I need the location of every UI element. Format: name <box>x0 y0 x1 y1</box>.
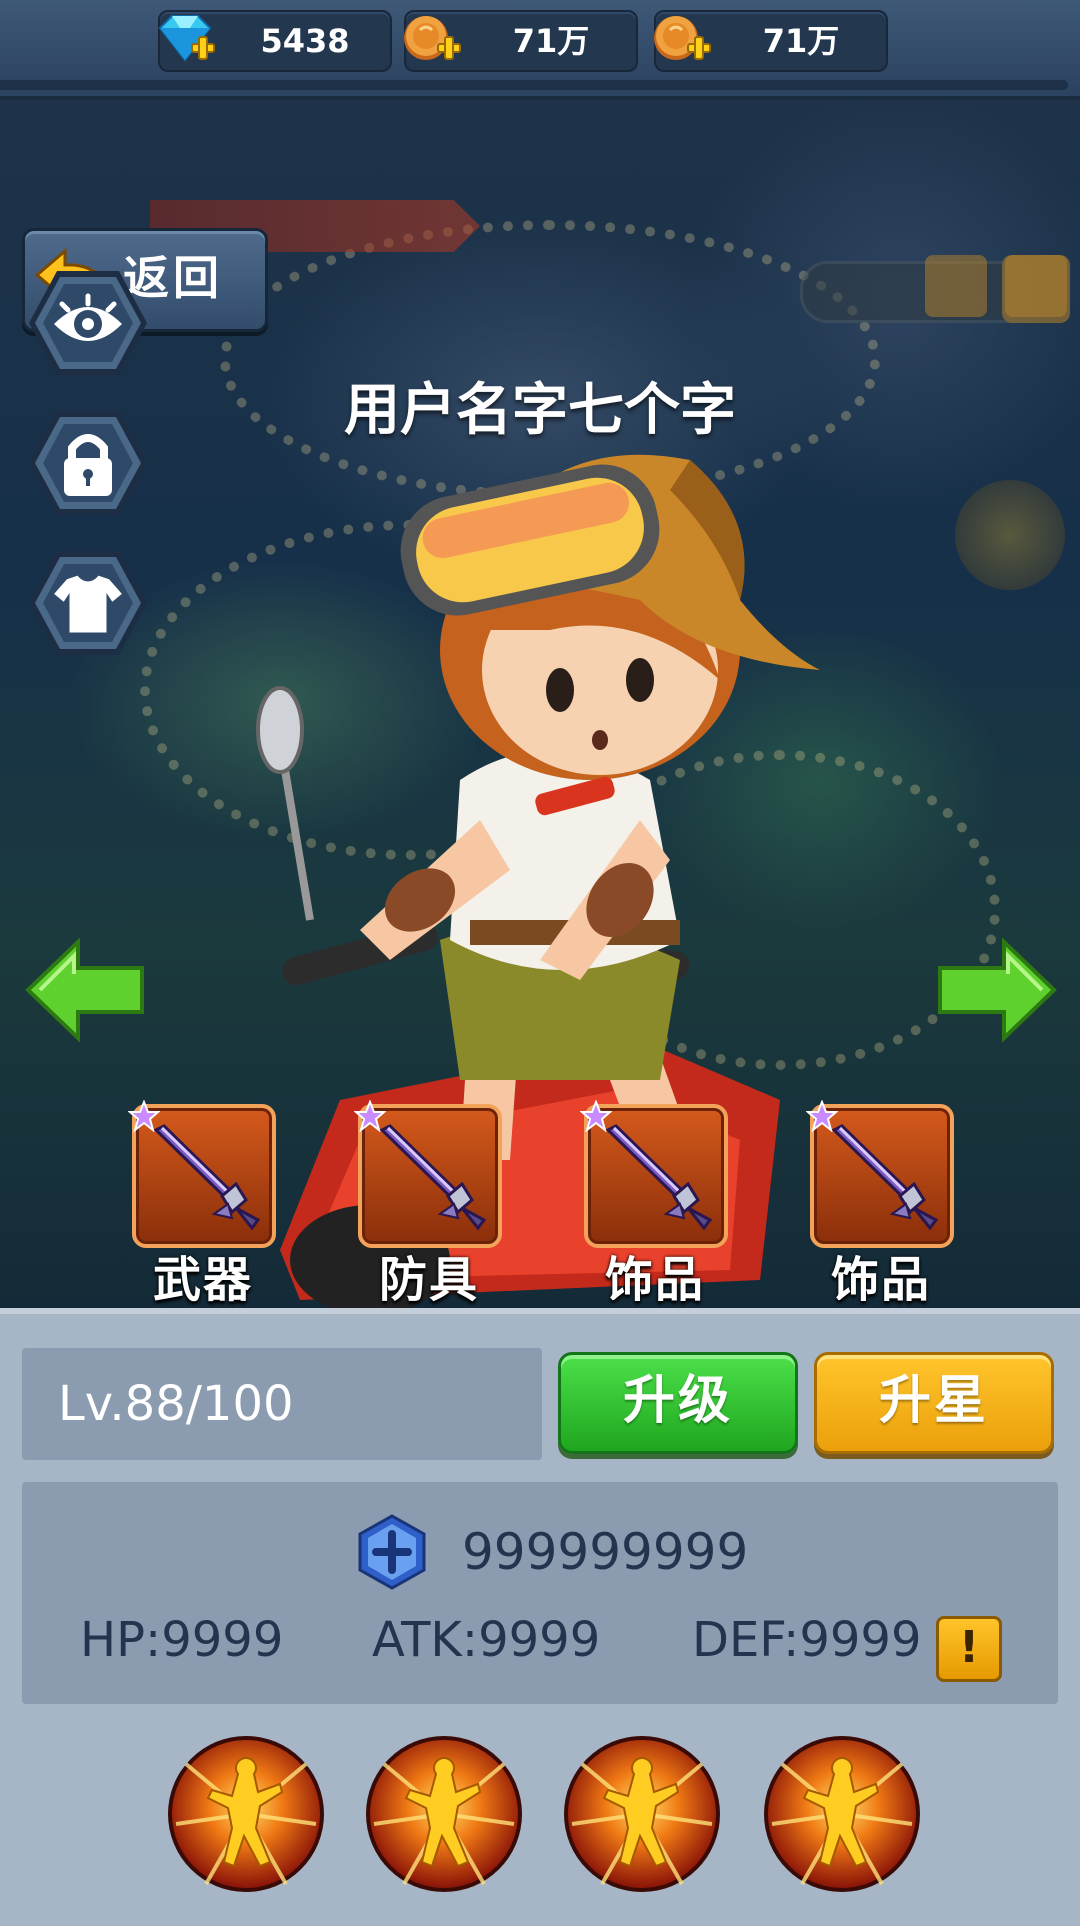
skill-burst-icon[interactable] <box>364 1734 524 1894</box>
lock-button[interactable] <box>26 408 150 518</box>
equip-label: 防具 <box>378 1252 479 1308</box>
character-name: 用户名字七个字 <box>344 378 736 443</box>
currency-coins-2[interactable]: 71万 <box>654 10 888 72</box>
background-badge <box>955 480 1065 590</box>
equip-slot-armor[interactable]: 防具 <box>354 1100 502 1308</box>
view-button[interactable] <box>26 268 150 378</box>
currency-diamonds[interactable]: 5438 <box>158 10 392 72</box>
equip-label: 饰品 <box>604 1252 705 1308</box>
stat-info-button[interactable]: ! <box>936 1616 1002 1682</box>
diamond-count: 5438 <box>260 22 350 60</box>
currency-coins[interactable]: 71万 <box>404 10 638 72</box>
equip-label: 武器 <box>152 1252 253 1308</box>
equip-slot-accessory-2[interactable]: 饰品 <box>806 1100 954 1308</box>
level-box: Lv.88/100 <box>22 1348 542 1460</box>
skill-burst-icon[interactable] <box>762 1734 922 1894</box>
stats-panel: Lv.88/100 升级 升星 999999999 HP:9999 ATK:99… <box>0 1308 1080 1926</box>
equip-label: 饰品 <box>830 1252 931 1308</box>
diamond-plus-icon[interactable] <box>154 10 218 70</box>
left-arrow-icon[interactable] <box>24 938 144 1042</box>
currency-bar: 5438 71万 71万 <box>0 0 1080 100</box>
stat-box: 999999999 HP:9999 ATK:9999 DEF:9999 ! <box>22 1482 1058 1704</box>
level-text: Lv.88/100 <box>58 1376 294 1432</box>
character-figure[interactable] <box>220 400 880 1310</box>
background-square <box>925 255 987 317</box>
upgrade-button[interactable]: 升级 <box>558 1352 798 1454</box>
star-icon <box>580 1100 612 1132</box>
coin-count: 71万 <box>512 22 590 60</box>
skill-burst-icon[interactable] <box>562 1734 722 1894</box>
hp-stat: HP:9999 <box>80 1612 284 1668</box>
star-icon <box>354 1100 386 1132</box>
star-icon <box>128 1100 160 1132</box>
power-gem-icon <box>358 1514 426 1590</box>
star-icon <box>806 1100 838 1132</box>
coin-plus-icon[interactable] <box>400 10 464 70</box>
background-square <box>1005 255 1067 317</box>
def-stat: DEF:9999 <box>692 1612 922 1668</box>
equip-slot-weapon[interactable]: 武器 <box>128 1100 276 1308</box>
equip-slot-accessory-1[interactable]: 饰品 <box>580 1100 728 1308</box>
outfit-button[interactable] <box>26 548 150 658</box>
coin-count-2: 71万 <box>762 22 840 60</box>
skill-burst-icon[interactable] <box>166 1734 326 1894</box>
right-arrow-icon[interactable] <box>938 938 1058 1042</box>
power-row: 999999999 <box>22 1510 1058 1594</box>
atk-stat: ATK:9999 <box>372 1612 601 1668</box>
star-up-button[interactable]: 升星 <box>814 1352 1054 1454</box>
coin-plus-icon[interactable] <box>650 10 714 70</box>
power-value: 999999999 <box>462 1523 749 1581</box>
